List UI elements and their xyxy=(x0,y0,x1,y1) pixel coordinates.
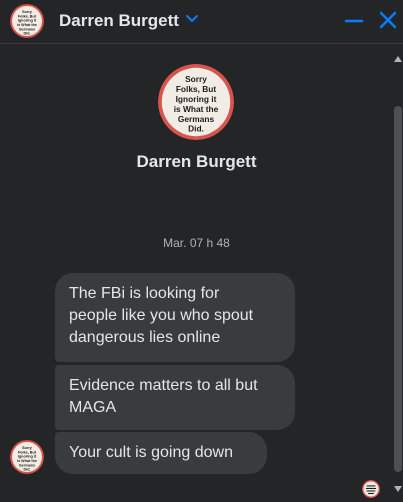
avatar-text-line: is What the xyxy=(17,459,37,463)
avatar-text-line: Ignoring it xyxy=(18,19,37,23)
message-bubble[interactable]: The FBi is looking for people like you w… xyxy=(55,273,295,362)
header-contact-name[interactable]: Darren Burgett xyxy=(59,11,179,31)
avatar-text-line: Did. xyxy=(23,468,30,472)
avatar-text-line: Sorry xyxy=(22,446,33,450)
scrollbar[interactable] xyxy=(393,50,403,502)
scrollbar-thumb[interactable] xyxy=(394,106,402,472)
avatar-text-line: Folks, But xyxy=(176,84,217,94)
chevron-down-icon[interactable] xyxy=(185,14,199,24)
avatar-text-line: is What the xyxy=(174,104,219,114)
avatar-text-line: Sorry xyxy=(185,74,207,84)
scroll-up-arrow-icon[interactable] xyxy=(394,56,402,62)
avatar-text-line: Germans xyxy=(19,28,35,32)
message-bubble[interactable]: Evidence matters to all but MAGA xyxy=(55,365,295,430)
avatar-text-line: Germans xyxy=(19,464,35,468)
sender-avatar[interactable]: Sorry Folks, But Ignoring it is What the… xyxy=(10,440,44,474)
profile-avatar[interactable]: Sorry Folks, But Ignoring it is What the… xyxy=(158,64,234,140)
avatar-text-line: Did. xyxy=(188,124,204,134)
minimize-icon[interactable] xyxy=(342,9,366,33)
profile-name[interactable]: Darren Burgett xyxy=(0,152,393,172)
header-avatar[interactable]: Sorry Folks, But Ignoring it is What the… xyxy=(10,4,44,38)
avatar-text-line: Did. xyxy=(23,32,30,36)
seen-indicator-avatar xyxy=(362,480,380,498)
avatar-text-line: Ignoring it xyxy=(18,455,37,459)
scroll-down-arrow-icon[interactable] xyxy=(394,486,402,492)
chat-window: Sorry Folks, But Ignoring it is What the… xyxy=(0,0,403,502)
avatar-text-line: Germans xyxy=(178,114,215,124)
avatar-text-line: is What the xyxy=(17,23,37,27)
avatar-text-line: Sorry xyxy=(22,10,33,14)
avatar-text-line: Folks, But xyxy=(18,14,37,18)
avatar-text-line: Ignoring it xyxy=(176,94,217,104)
message-timestamp: Mar. 07 h 48 xyxy=(163,236,230,250)
close-icon[interactable] xyxy=(376,8,400,32)
message-bubble[interactable]: Your cult is going down xyxy=(55,432,267,474)
chat-header: Sorry Folks, But Ignoring it is What the… xyxy=(0,0,403,44)
avatar-text-line: Folks, But xyxy=(18,450,37,454)
